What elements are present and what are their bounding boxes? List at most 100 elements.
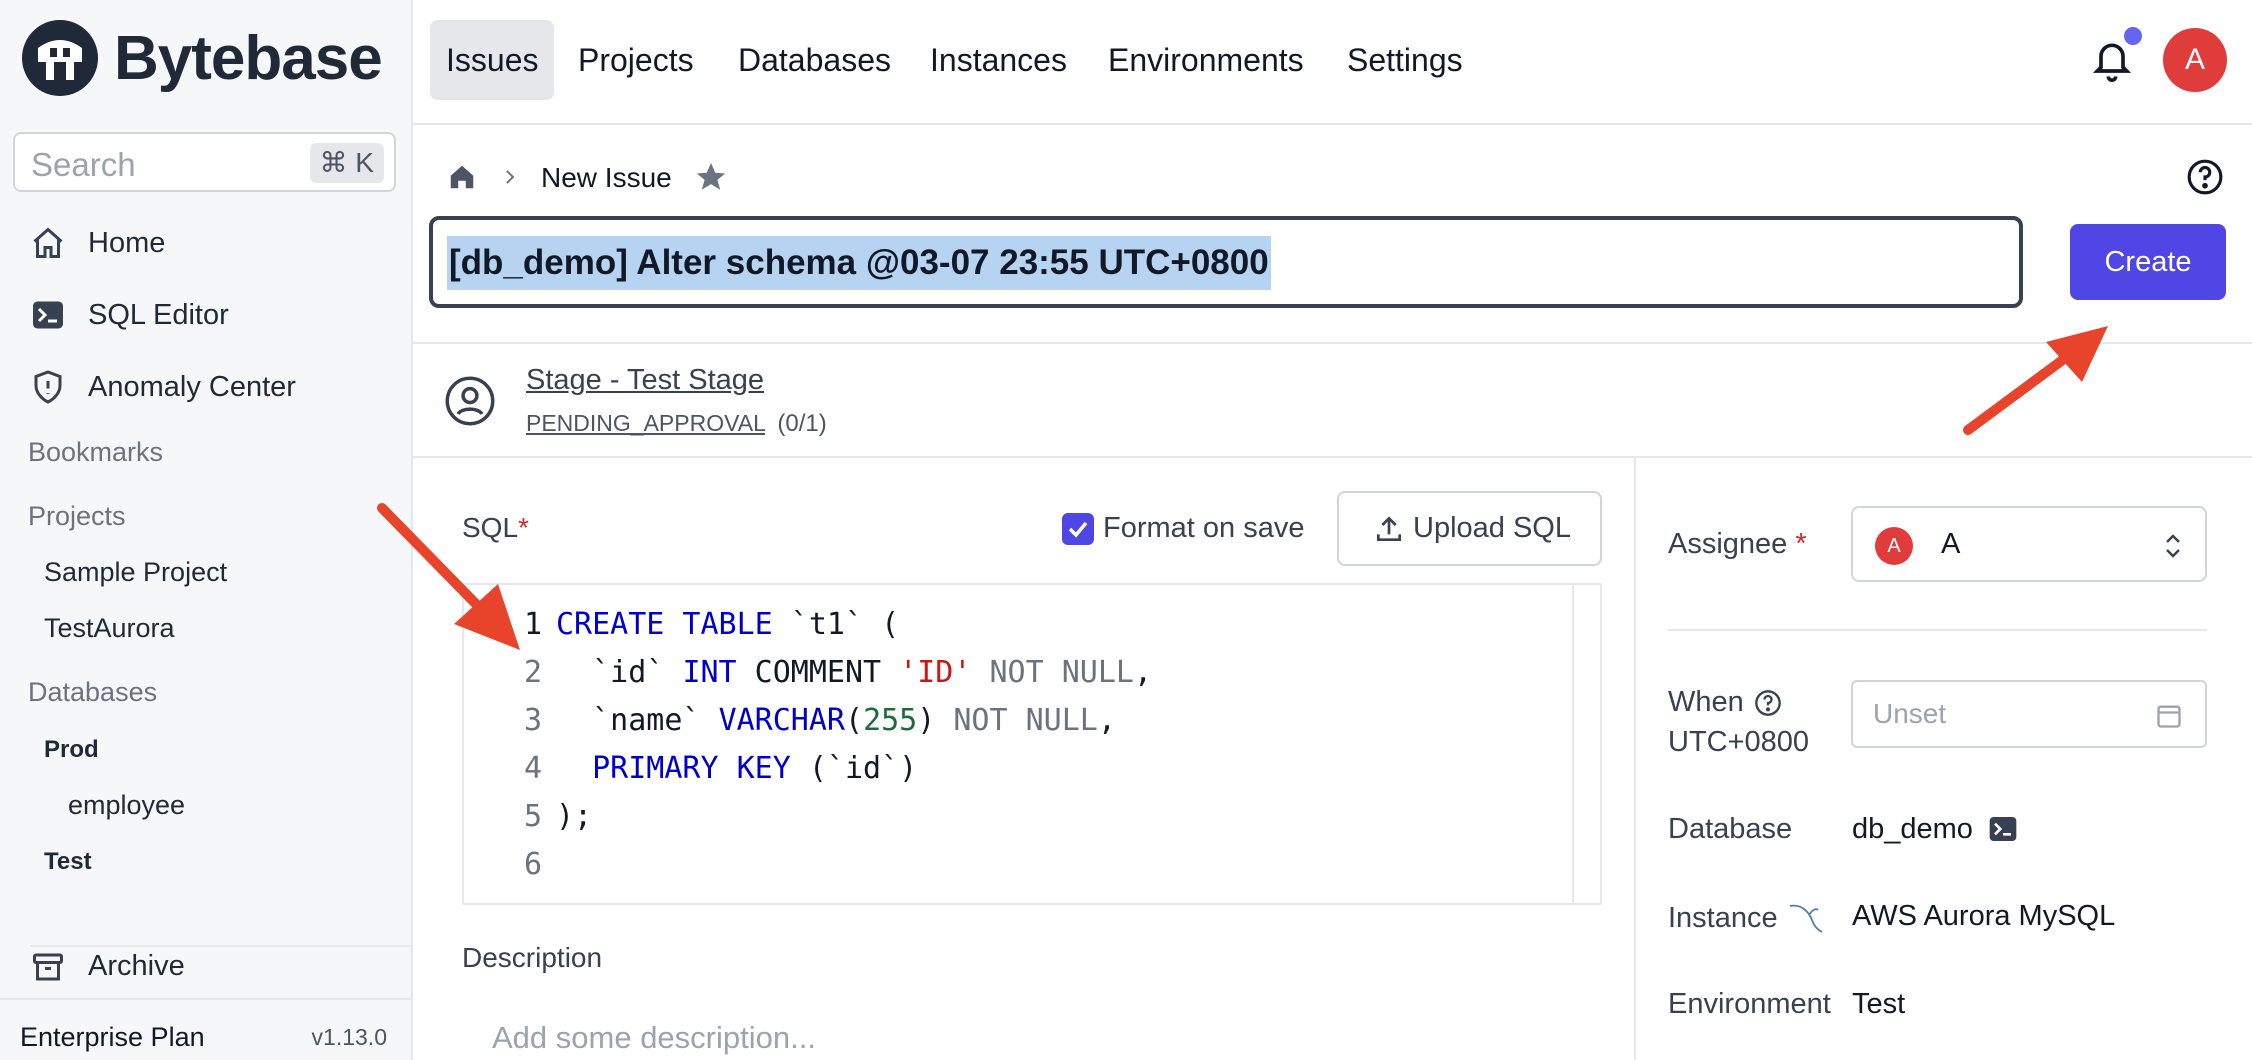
issue-title-text: [db_demo] Alter schema @03-07 23:55 UTC+… [447, 236, 1271, 290]
environment-label: Environment [1668, 988, 1831, 1020]
sql-editor[interactable]: 1 CREATE TABLE `t1` ( 2 `id` INT COMMENT … [462, 583, 1602, 905]
editor-scrollbar-track [1572, 585, 1574, 903]
terminal-icon [33, 301, 63, 329]
plan-label[interactable]: Enterprise Plan [20, 1022, 205, 1053]
projects-section-label[interactable]: Projects [28, 501, 126, 532]
database-label: Database [1668, 813, 1793, 845]
sidebar-env-prod[interactable]: Prod [44, 736, 99, 764]
user-avatar[interactable]: A [2163, 28, 2227, 92]
line-number: 5 [523, 799, 542, 834]
sidebar-item-label: Anomaly Center [88, 370, 296, 403]
line-number: 6 [523, 847, 542, 882]
stage-status-text[interactable]: PENDING_APPROVAL [526, 410, 765, 436]
logo-text: Bytebase [114, 23, 383, 93]
sql-label-text: SQL [462, 512, 519, 543]
right-panel-divider [1634, 458, 1636, 1060]
help-icon[interactable] [2186, 158, 2224, 196]
check-icon [1068, 521, 1088, 538]
bookmarks-section-label[interactable]: Bookmarks [28, 437, 163, 468]
assignee-select[interactable]: A A [1851, 506, 2207, 582]
breadcrumb-current: New Issue [541, 162, 672, 193]
upload-sql-label: Upload SQL [1413, 512, 1571, 544]
sidebar-item-sql-editor[interactable]: SQL Editor [30, 297, 229, 333]
issue-title-input[interactable]: [db_demo] Alter schema @03-07 23:55 UTC+… [429, 216, 2023, 308]
description-input[interactable]: Add some description... [492, 1020, 816, 1056]
tab-instances[interactable]: Instances [914, 20, 1083, 100]
format-on-save-checkbox[interactable] [1062, 513, 1094, 545]
bytebase-logo[interactable]: Bytebase [20, 18, 383, 98]
sidebar-db-employee[interactable]: employee [68, 790, 185, 821]
select-arrows-icon [2166, 534, 2180, 558]
code-line: 1 CREATE TABLE `t1` ( [464, 601, 899, 649]
assignee-label: Assignee * [1668, 528, 1807, 561]
instance-label-text: Instance [1668, 901, 1778, 934]
sidebar-env-test[interactable]: Test [44, 848, 92, 876]
help-icon[interactable] [1754, 689, 1782, 717]
instance-label: Instance [1668, 900, 1826, 936]
search-input[interactable]: Search ⌘ K [13, 132, 396, 192]
sidebar-scroll-fade [0, 898, 411, 918]
when-label: When [1668, 686, 1782, 719]
required-mark: * [518, 512, 529, 543]
environment-value[interactable]: Test [1852, 988, 1905, 1021]
search-shortcut: ⌘ K [309, 143, 384, 183]
required-mark: * [1795, 528, 1807, 560]
code-line: 5); [464, 793, 592, 841]
instance-value[interactable]: AWS Aurora MySQL [1852, 900, 2115, 933]
stage-status: PENDING_APPROVAL (0/1) [526, 410, 827, 438]
assignee-label-text: Assignee [1668, 528, 1788, 560]
when-placeholder: Unset [1873, 698, 1947, 729]
format-on-save-label[interactable]: Format on save [1103, 512, 1304, 545]
sidebar-item-anomaly-center[interactable]: Anomaly Center [30, 369, 296, 405]
bytebase-logo-icon [22, 20, 98, 96]
create-button[interactable]: Create [2070, 224, 2226, 300]
when-timezone: UTC+0800 [1668, 726, 1810, 758]
mysql-icon [1789, 904, 1823, 933]
when-label-text: When [1668, 686, 1744, 718]
star-icon[interactable] [694, 160, 728, 194]
annotation-arrow-create [1963, 326, 2108, 435]
tab-environments[interactable]: Environments [1092, 20, 1320, 100]
version-label: v1.13.0 [311, 1024, 387, 1050]
code-line: 3 `name` VARCHAR(255) NOT NULL, [464, 697, 1116, 745]
user-circle-icon [445, 376, 495, 426]
calendar-icon [2157, 705, 2181, 728]
line-number: 4 [523, 751, 542, 786]
tab-issues[interactable]: Issues [430, 20, 555, 100]
sidebar-item-label: Home [88, 226, 166, 259]
top-nav: Issues Projects Databases Instances Envi… [413, 0, 2252, 125]
chevron-right-icon [506, 170, 515, 184]
line-number: 1 [523, 607, 542, 642]
shield-icon [34, 370, 62, 404]
archive-icon [33, 953, 63, 981]
upload-sql-button[interactable]: Upload SQL [1337, 491, 1602, 566]
sql-label: SQL* [462, 512, 529, 544]
stage-progress: (0/1) [777, 410, 827, 437]
tab-projects[interactable]: Projects [562, 20, 710, 100]
divider [1668, 629, 2207, 631]
tab-databases[interactable]: Databases [722, 20, 907, 100]
description-label: Description [462, 942, 603, 973]
upload-icon [1377, 516, 1401, 541]
home-icon[interactable] [447, 162, 477, 192]
code-line: 2 `id` INT COMMENT 'ID' NOT NULL, [464, 649, 1152, 697]
divider [413, 456, 2252, 458]
sql-editor-icon[interactable] [1986, 813, 2020, 845]
search-placeholder: Search [31, 146, 136, 183]
sidebar-project-sample[interactable]: Sample Project [44, 557, 227, 588]
assignee-avatar: A [1875, 527, 1913, 565]
code-line: 6 [464, 841, 556, 889]
sidebar-item-home[interactable]: Home [30, 225, 165, 261]
stage-link[interactable]: Stage - Test Stage [526, 364, 764, 397]
notification-dot [2124, 27, 2142, 45]
database-value[interactable]: db_demo [1852, 813, 1973, 846]
databases-section-label[interactable]: Databases [28, 677, 157, 708]
code-line: 4 PRIMARY KEY (`id`) [464, 745, 917, 793]
when-datetime-input[interactable]: Unset [1851, 680, 2207, 748]
sidebar-project-testaurora[interactable]: TestAurora [44, 613, 175, 644]
sidebar: Bytebase Search ⌘ K Home SQL Editor Anom… [0, 0, 413, 1060]
sidebar-item-archive[interactable]: Archive [30, 945, 411, 985]
tab-settings[interactable]: Settings [1331, 20, 1479, 100]
line-number: 3 [523, 703, 542, 738]
divider [413, 342, 2252, 344]
